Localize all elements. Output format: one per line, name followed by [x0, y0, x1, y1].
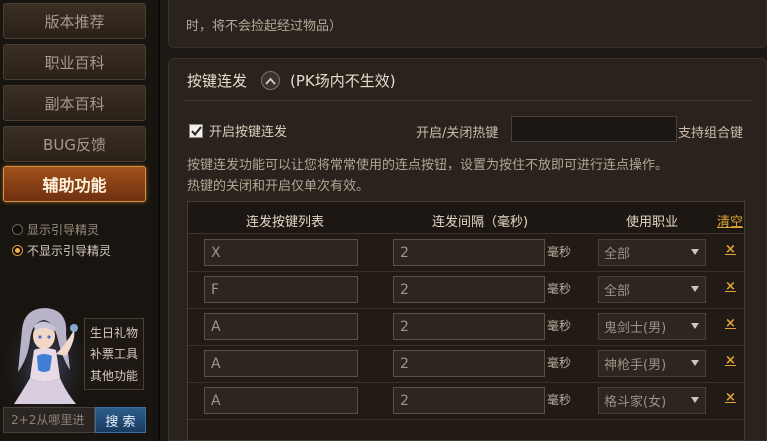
enable-key-repeat-label: 开启按键连发 [209, 125, 288, 140]
radio-icon [12, 223, 23, 235]
job-select[interactable]: 全部 [598, 239, 706, 266]
sidebar-divider [158, 0, 160, 441]
interval-input[interactable]: 2 [393, 387, 545, 414]
description-line-1: 按键连发功能可以让您将常常使用的连点按钮，设置为按住不放即可进行连点操作。 [187, 158, 669, 173]
interval-unit: 毫秒 [547, 245, 572, 259]
section-title: 按键连发 [187, 72, 248, 90]
other-functions-link[interactable]: 其他功能 [85, 367, 143, 384]
interval-unit: 毫秒 [547, 356, 572, 370]
radio-selected-icon [12, 244, 23, 256]
delete-row-link[interactable]: × [725, 242, 736, 257]
header-job: 使用职业 [626, 215, 679, 230]
header-interval: 连发间隔（毫秒) [432, 215, 529, 230]
nav-class-encyclopedia[interactable]: 职业百科 [3, 44, 146, 80]
job-select-value: 全部 [604, 284, 631, 299]
tools-panel: 生日礼物 补票工具 其他功能 [84, 318, 144, 390]
caret-down-icon [691, 286, 699, 292]
checkbox-checked-icon [189, 123, 203, 138]
radio-show-spirit[interactable]: 显示引导精灵 [12, 221, 99, 237]
previous-section-panel: 时，将不会捡起经过物品） [168, 0, 767, 48]
key-repeat-panel: 按键连发 (PK场内不生效) 开启按键连发 开启/关闭热键 支持组合键 按键连发… [168, 58, 767, 441]
job-select[interactable]: 格斗家(女) [598, 387, 706, 414]
radio-label: 显示引导精灵 [27, 222, 100, 237]
table-row: A 2 毫秒 鬼剑士(男) × [188, 309, 744, 346]
ticket-tool-link[interactable]: 补票工具 [85, 345, 143, 362]
interval-unit: 毫秒 [547, 282, 572, 296]
table-row: A 2 毫秒 格斗家(女) × [188, 383, 744, 420]
search-input[interactable] [3, 407, 95, 433]
chevron-up-icon [265, 77, 276, 85]
key-input[interactable]: A [204, 350, 358, 377]
clear-all-link[interactable]: 清空 [717, 211, 743, 230]
section-divider [185, 100, 751, 101]
section-subtitle: (PK场内不生效) [290, 72, 396, 90]
sidebar: 版本推荐 职业百科 副本百科 BUG反馈 辅助功能 显示引导精灵 不显示引导精灵… [0, 0, 160, 441]
previous-section-note: 时，将不会捡起经过物品） [186, 19, 343, 34]
radio-label: 不显示引导精灵 [27, 243, 112, 258]
delete-row-link[interactable]: × [725, 353, 736, 368]
collapse-button[interactable] [261, 71, 280, 90]
nav-version-recommend[interactable]: 版本推荐 [3, 3, 146, 39]
combo-key-label: 支持组合键 [678, 126, 744, 141]
hotkey-input[interactable] [511, 116, 677, 142]
nav-assist-functions[interactable]: 辅助功能 [3, 166, 146, 202]
job-select[interactable]: 神枪手(男) [598, 350, 706, 377]
table-row: F 2 毫秒 全部 × [188, 272, 744, 309]
job-select[interactable]: 鬼剑士(男) [598, 313, 706, 340]
interval-input[interactable]: 2 [393, 313, 545, 340]
interval-unit: 毫秒 [547, 393, 572, 407]
key-input[interactable]: F [204, 276, 358, 303]
table-header: 连发按键列表 连发间隔（毫秒) 使用职业 清空 [188, 202, 744, 234]
header-key-list: 连发按键列表 [246, 215, 325, 230]
interval-input[interactable]: 2 [393, 239, 545, 266]
caret-down-icon [691, 360, 699, 366]
radio-hide-spirit[interactable]: 不显示引导精灵 [12, 242, 111, 258]
job-select-value: 格斗家(女) [604, 395, 667, 410]
job-select-value: 神枪手(男) [604, 358, 667, 373]
delete-row-link[interactable]: × [725, 316, 736, 331]
delete-row-link[interactable]: × [725, 279, 736, 294]
key-repeat-table: 连发按键列表 连发间隔（毫秒) 使用职业 清空 X 2 毫秒 全部 × F 2 … [187, 201, 745, 441]
interval-input[interactable]: 2 [393, 350, 545, 377]
interval-input[interactable]: 2 [393, 276, 545, 303]
birthday-gift-link[interactable]: 生日礼物 [85, 324, 143, 341]
delete-row-link[interactable]: × [725, 390, 736, 405]
nav-dungeon-encyclopedia[interactable]: 副本百科 [3, 85, 146, 121]
key-input[interactable]: X [204, 239, 358, 266]
enable-key-repeat-checkbox[interactable]: 开启按键连发 [189, 121, 287, 140]
job-select-value: 鬼剑士(男) [604, 321, 667, 336]
guide-spirit-illustration [4, 300, 88, 408]
job-select-value: 全部 [604, 247, 631, 262]
description-line-2: 热键的关闭和开启仅单次有效。 [187, 179, 370, 194]
caret-down-icon [691, 397, 699, 403]
job-select[interactable]: 全部 [598, 276, 706, 303]
table-row: A 2 毫秒 神枪手(男) × [188, 346, 744, 383]
caret-down-icon [691, 249, 699, 255]
nav-bug-report[interactable]: BUG反馈 [3, 126, 146, 162]
caret-down-icon [691, 323, 699, 329]
search-button[interactable]: 搜 索 [95, 407, 146, 433]
key-input[interactable]: A [204, 387, 358, 414]
hotkey-label: 开启/关闭热键 [416, 126, 499, 141]
key-input[interactable]: A [204, 313, 358, 340]
table-row: X 2 毫秒 全部 × [188, 235, 744, 272]
interval-unit: 毫秒 [547, 319, 572, 333]
